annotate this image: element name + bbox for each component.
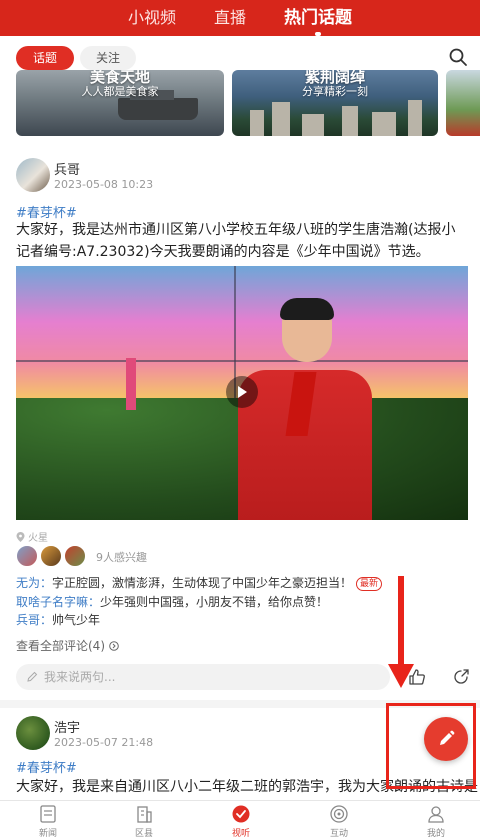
screen-seam (16, 360, 468, 362)
nav-label: 我的 (426, 829, 445, 839)
tab-live[interactable]: 直播 (214, 0, 246, 36)
post-location: 火星 (16, 529, 48, 544)
nav-item-mine[interactable]: 我的 (406, 804, 466, 839)
tab-hot-topics[interactable]: 热门话题 (284, 0, 352, 36)
bottom-nav: 新闻 区县 视听 互动 我的 (0, 800, 480, 839)
app-screen: 小视频 直播 热门话题 话题 关注 美食天地 人人都是美食家 紫荆阔绰 分享精彩… (0, 0, 480, 839)
play-icon (238, 386, 247, 398)
banner-subtitle: 人人都是美食家 (81, 85, 159, 98)
share-icon[interactable] (452, 668, 470, 686)
annotation-arrow (398, 576, 404, 668)
comment-text: 少年强则中国强，小朋友不错，给你点赞！ (100, 595, 329, 609)
interest-count: 9人感兴趣 (96, 551, 147, 564)
avatar[interactable] (16, 158, 50, 192)
comment-placeholder: 我来说两句... (44, 670, 116, 684)
topic-banner-partial[interactable] (446, 70, 480, 136)
top-tab-bar: 小视频 直播 热门话题 (0, 0, 480, 36)
tab-short-video[interactable]: 小视频 (128, 0, 176, 36)
post-author[interactable]: 浩宇 (54, 717, 80, 736)
comment-item[interactable]: 取啥子名字嘛：少年强则中国强，小朋友不错，给你点赞！ (16, 593, 328, 611)
search-icon[interactable] (448, 47, 468, 67)
comment-text: 字正腔圆，激情澎湃，生动体现了中国少年之豪迈担当！ (52, 576, 353, 590)
nav-item-district[interactable]: 区县 (114, 804, 174, 839)
chevron-right-circle-icon (109, 641, 119, 651)
post-author[interactable]: 兵哥 (54, 159, 80, 178)
news-icon (40, 805, 56, 823)
nav-item-video[interactable]: 视听 (211, 804, 271, 839)
comment-text: 帅气少年 (52, 613, 101, 627)
banner-subtitle: 分享精彩一刻 (302, 85, 368, 98)
view-all-label: 查看全部评论(4) (16, 639, 105, 653)
comment-item[interactable]: 兵哥：帅气少年 (16, 611, 100, 629)
city-building (302, 114, 324, 136)
user-icon (428, 806, 444, 823)
comment-item[interactable]: 无为：字正腔圆，激情澎湃，生动体现了中国少年之豪迈担当！ 最新 (16, 574, 383, 592)
comment-author[interactable]: 取啥子名字嘛： (16, 595, 100, 609)
view-all-comments-link[interactable]: 查看全部评论(4) (16, 637, 119, 654)
comment-input[interactable]: 我来说两句... (16, 664, 390, 690)
pencil-icon (27, 671, 38, 682)
target-icon (330, 805, 348, 823)
video-person-hair (280, 298, 334, 320)
post-hashtag[interactable]: #春芽杯# (16, 757, 77, 776)
avatar (16, 545, 38, 567)
avatar (40, 545, 62, 567)
city-building (342, 106, 358, 136)
topic-banner-food[interactable]: 美食天地 人人都是美食家 (16, 70, 224, 136)
play-button[interactable] (226, 376, 258, 408)
nav-label: 区县 (134, 829, 153, 839)
nav-label: 新闻 (38, 829, 57, 839)
city-building (250, 110, 264, 136)
avatar[interactable] (16, 716, 50, 750)
nav-label: 视听 (231, 829, 250, 839)
location-pin-icon (16, 532, 25, 542)
location-label: 火星 (28, 533, 48, 544)
city-building (372, 112, 396, 136)
post-text: 大家好，我是达州市通川区第八小学校五年级八班的学生唐浩瀚(达报小记者编号:A7.… (16, 222, 456, 260)
compose-post-button[interactable] (424, 717, 468, 761)
post-time: 2023-05-07 21:48 (54, 736, 154, 749)
comment-author[interactable]: 无为： (16, 576, 52, 590)
nav-item-interact[interactable]: 互动 (309, 804, 369, 839)
city-building (272, 102, 290, 136)
building-icon (137, 806, 152, 823)
video-player[interactable] (16, 266, 468, 520)
boat-image (118, 90, 198, 120)
avatar (64, 545, 86, 567)
post-time: 2023-05-08 10:23 (54, 178, 154, 191)
filter-topic-chip[interactable]: 话题 (16, 46, 74, 70)
comment-author[interactable]: 兵哥： (16, 613, 52, 627)
video-tower (126, 358, 136, 410)
annotation-arrow-head (388, 664, 414, 688)
filter-follow-chip[interactable]: 关注 (80, 46, 136, 70)
edit-pencil-icon (440, 730, 455, 745)
city-building (408, 100, 422, 136)
filter-row: 话题 关注 (0, 44, 480, 72)
topic-banner-city[interactable]: 紫荆阔绰 分享精彩一刻 (232, 70, 438, 136)
latest-badge: 最新 (356, 577, 383, 591)
nav-label: 互动 (329, 829, 348, 839)
nav-item-news[interactable]: 新闻 (18, 804, 78, 839)
check-circle-icon (232, 805, 250, 823)
